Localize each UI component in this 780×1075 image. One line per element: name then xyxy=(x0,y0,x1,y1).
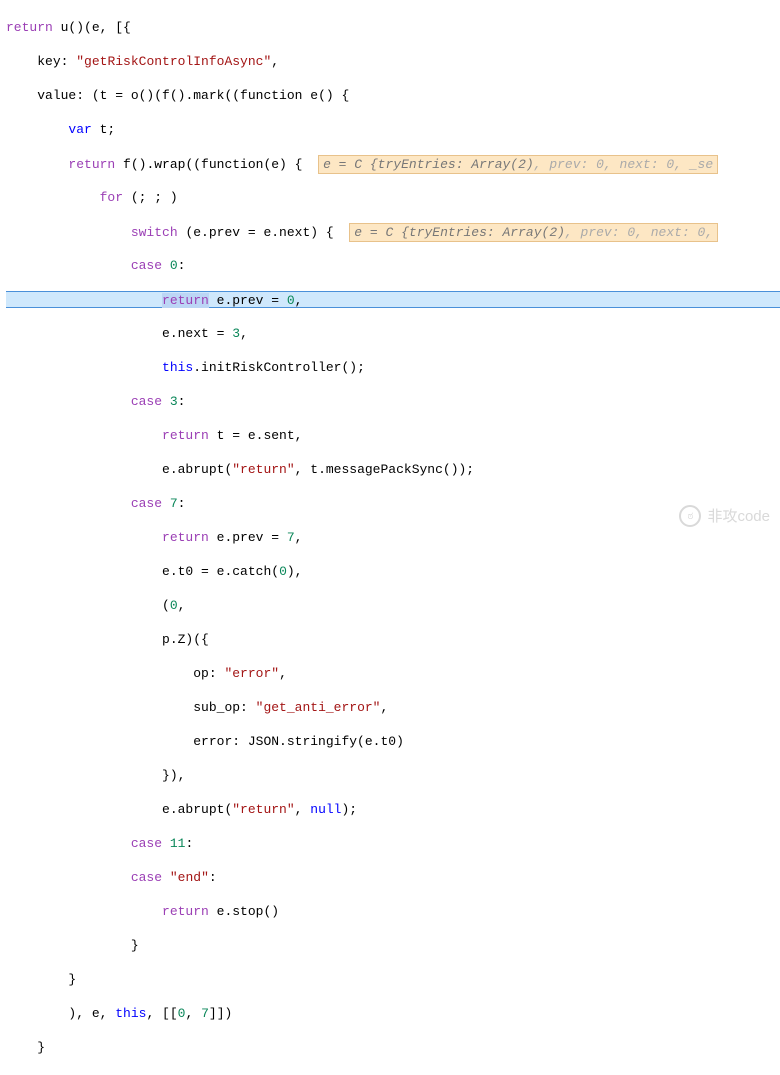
debug-inline-hint[interactable]: e = C {tryEntries: Array(2), prev: 0, ne… xyxy=(318,155,718,174)
code-line: this.initRiskController(); xyxy=(6,359,780,376)
keyword-case: case xyxy=(131,870,162,885)
code-line: return u()(e, [{ xyxy=(6,19,780,36)
code-line: } xyxy=(6,1039,780,1056)
code-line: e.next = 3, xyxy=(6,325,780,342)
keyword-case: case xyxy=(131,836,162,851)
watermark: ಠ 非攻code xyxy=(679,505,770,527)
code-line: } xyxy=(6,971,780,988)
watermark-text: 非攻code xyxy=(707,508,770,525)
code-line: value: (t = o()(f().mark((function e() { xyxy=(6,87,780,104)
keyword-return: return xyxy=(162,293,209,308)
keyword-case: case xyxy=(131,258,162,273)
code-line: case 11: xyxy=(6,835,780,852)
keyword-case: case xyxy=(131,496,162,511)
code-line: var t; xyxy=(6,121,780,138)
code-line: (0, xyxy=(6,597,780,614)
keyword-return: return xyxy=(162,428,209,443)
keyword-for: for xyxy=(100,190,123,205)
code-line: e.abrupt("return", t.messagePackSync()); xyxy=(6,461,780,478)
execution-line-highlight: return e.prev = 0, xyxy=(6,291,780,308)
code-line: return e.stop() xyxy=(6,903,780,920)
code-line: e.t0 = e.catch(0), xyxy=(6,563,780,580)
keyword-return: return xyxy=(6,20,53,35)
code-line: return f().wrap((function(e) { e = C {tr… xyxy=(6,155,780,172)
code-line: p.Z)({ xyxy=(6,631,780,648)
keyword-var: var xyxy=(68,122,91,137)
code-line: return t = e.sent, xyxy=(6,427,780,444)
code-line: ), e, this, [[0, 7]]) xyxy=(6,1005,780,1022)
debug-inline-hint[interactable]: e = C {tryEntries: Array(2), prev: 0, ne… xyxy=(349,223,718,242)
code-line: error: JSON.stringify(e.t0) xyxy=(6,733,780,750)
code-editor[interactable]: return u()(e, [{ key: "getRiskControlInf… xyxy=(0,0,780,1075)
keyword-case: case xyxy=(131,394,162,409)
keyword-this: this xyxy=(162,360,193,375)
keyword-return: return xyxy=(162,530,209,545)
code-line: case 3: xyxy=(6,393,780,410)
keyword-null: null xyxy=(310,802,341,817)
keyword-this: this xyxy=(115,1006,146,1021)
code-line: for (; ; ) xyxy=(6,189,780,206)
code-line: case 7: xyxy=(6,495,780,512)
code-line: return e.prev = 7, xyxy=(6,529,780,546)
code-line: case 0: xyxy=(6,257,780,274)
keyword-switch: switch xyxy=(131,225,178,240)
code-line: e.abrupt("return", null); xyxy=(6,801,780,818)
code-line: } xyxy=(6,937,780,954)
keyword-return: return xyxy=(68,157,115,172)
code-line: sub_op: "get_anti_error", xyxy=(6,699,780,716)
code-line: key: "getRiskControlInfoAsync", xyxy=(6,53,780,70)
watermark-icon: ಠ xyxy=(679,505,701,527)
code-line: }), xyxy=(6,767,780,784)
code-line: switch (e.prev = e.next) { e = C {tryEnt… xyxy=(6,223,780,240)
code-line: op: "error", xyxy=(6,665,780,682)
code-line: case "end": xyxy=(6,869,780,886)
keyword-return: return xyxy=(162,904,209,919)
